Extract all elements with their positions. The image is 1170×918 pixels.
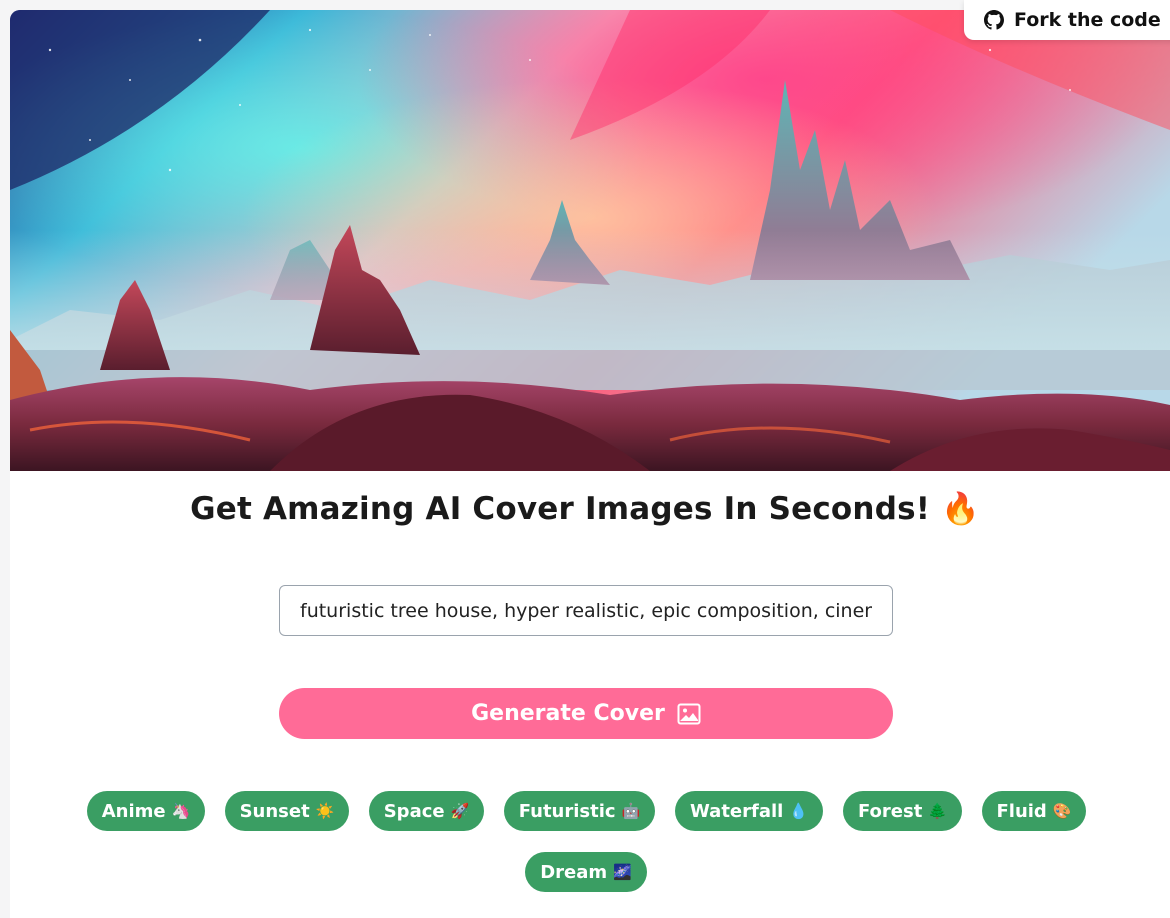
page-headline: Get Amazing AI Cover Images In Seconds! … [0, 490, 1170, 527]
tag-sunset[interactable]: Sunset ☀️ [225, 791, 349, 831]
generate-button-label: Generate Cover [471, 701, 665, 726]
headline-text: Get Amazing AI Cover Images In Seconds! [190, 491, 931, 527]
tree-icon: 🌲 [928, 802, 948, 820]
main-card [10, 10, 1170, 918]
prompt-input[interactable] [279, 585, 893, 636]
tag-label: Space [383, 800, 445, 822]
tag-label: Fluid [996, 800, 1047, 822]
tag-label: Forest [857, 800, 923, 822]
github-icon [984, 10, 1004, 30]
tag-label: Anime [101, 800, 166, 822]
tag-waterfall[interactable]: Waterfall 💧 [675, 791, 823, 831]
tag-forest[interactable]: Forest 🌲 [843, 791, 962, 831]
milky-way-icon: 🌌 [613, 863, 632, 881]
rocket-icon: 🚀 [450, 802, 470, 820]
robot-icon: 🤖 [621, 802, 641, 820]
hero-image [10, 10, 1170, 471]
fork-link-label: Fork the code [1014, 9, 1161, 31]
tag-anime[interactable]: Anime 🦄 [87, 791, 205, 831]
sun-icon: ☀️ [315, 802, 335, 820]
tag-fluid[interactable]: Fluid 🎨 [982, 791, 1086, 831]
fork-the-code-link[interactable]: Fork the code [964, 0, 1170, 40]
unicorn-icon: 🦄 [171, 802, 191, 820]
tag-label: Futuristic [518, 800, 616, 822]
image-icon [677, 703, 701, 724]
palette-icon: 🎨 [1052, 802, 1072, 820]
tag-label: Dream [540, 861, 608, 883]
droplet-icon: 💧 [789, 802, 809, 820]
tag-dream[interactable]: Dream 🌌 [525, 852, 647, 892]
fire-icon: 🔥 [941, 491, 980, 527]
tag-label: Waterfall [689, 800, 784, 822]
generate-cover-button[interactable]: Generate Cover [279, 688, 893, 739]
tag-label: Sunset [239, 800, 310, 822]
tag-futuristic[interactable]: Futuristic 🤖 [504, 791, 655, 831]
tag-space[interactable]: Space 🚀 [369, 791, 484, 831]
